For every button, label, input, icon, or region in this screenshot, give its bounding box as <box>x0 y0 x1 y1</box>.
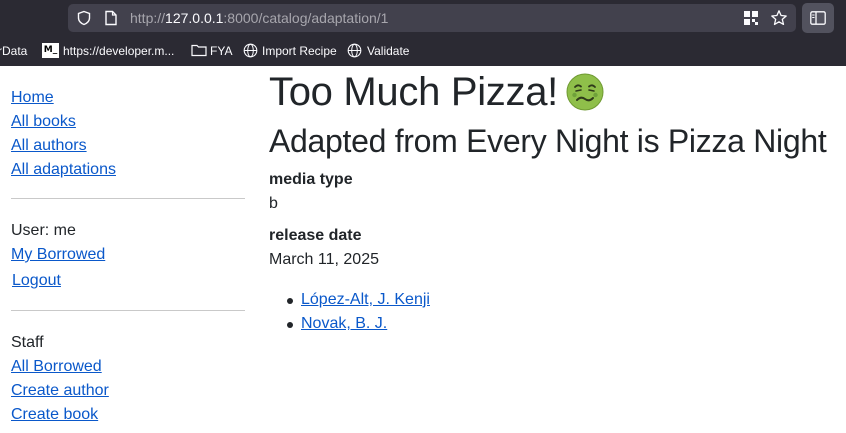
sidebar-icon <box>810 11 826 25</box>
staff-section: Staff All Borrowed Create author Create … <box>11 331 109 427</box>
author-link[interactable]: López-Alt, J. Kenji <box>301 288 430 312</box>
list-item: López-Alt, J. Kenji <box>287 288 430 312</box>
sidebar-divider <box>11 198 245 199</box>
create-book-link[interactable]: Create book <box>11 403 109 427</box>
bookmark-partial[interactable]: rData <box>0 44 27 58</box>
nav-home-link[interactable]: Home <box>11 86 116 110</box>
sidebar-divider <box>11 310 245 311</box>
bookmark-import-recipe[interactable]: Import Recipe <box>243 43 337 61</box>
folder-icon <box>191 43 207 60</box>
url-host: 127.0.0.1 <box>165 10 224 26</box>
nav-all-books-link[interactable]: All books <box>11 110 116 134</box>
my-borrowed-link[interactable]: My Borrowed <box>11 243 105 269</box>
create-author-link[interactable]: Create author <box>11 379 109 403</box>
bookmark-folder-fya[interactable]: FYA <box>191 44 232 58</box>
release-date-value: March 11, 2025 <box>269 251 379 268</box>
user-label: User: me <box>11 222 76 239</box>
nauseated-face-icon <box>566 73 604 122</box>
address-bar[interactable]: http://127.0.0.1:8000/catalog/adaptation… <box>68 4 796 32</box>
globe-icon <box>243 43 258 61</box>
bookmarks-toolbar: rData M_ https://developer.m... FYA Impo… <box>0 36 846 66</box>
nav-all-adaptations-link[interactable]: All adaptations <box>11 158 116 182</box>
list-item: Novak, B. J. <box>287 312 430 336</box>
page-title: Too Much Pizza! <box>269 68 604 122</box>
bookmark-mdn[interactable]: M_ https://developer.m... <box>42 43 175 58</box>
globe-icon <box>347 43 362 61</box>
logout-link[interactable]: Logout <box>12 269 105 293</box>
url-path: :8000/catalog/adaptation/1 <box>223 10 389 26</box>
media-type-value: b <box>269 195 278 212</box>
tracking-shield-icon[interactable] <box>76 10 92 31</box>
bookmark-validate[interactable]: Validate <box>347 43 409 61</box>
nav-all-authors-link[interactable]: All authors <box>11 134 116 158</box>
page-info-icon[interactable] <box>104 10 118 31</box>
title-text: Too Much Pizza! <box>269 70 558 114</box>
browser-chrome: http://127.0.0.1:8000/catalog/adaptation… <box>0 0 846 66</box>
mdn-logo-icon: M_ <box>42 43 59 58</box>
bookmark-label: rData <box>0 44 28 58</box>
sidebar-toggle-button[interactable] <box>802 3 834 33</box>
adaptation-subtitle: Adapted from Every Night is Pizza Night <box>269 123 827 159</box>
bookmark-star-icon[interactable] <box>770 9 788 32</box>
qr-grid-icon[interactable] <box>743 10 759 31</box>
url-text[interactable]: http://127.0.0.1:8000/catalog/adaptation… <box>130 10 388 26</box>
authors-list: López-Alt, J. Kenji Novak, B. J. <box>287 288 430 336</box>
all-borrowed-link[interactable]: All Borrowed <box>11 355 109 379</box>
staff-label: Staff <box>11 334 44 351</box>
bookmark-label: https://developer.m... <box>63 44 175 58</box>
media-type-label: media type <box>269 171 353 188</box>
user-section: User: me My Borrowed Logout <box>11 219 105 293</box>
url-prefix: http:// <box>130 10 166 26</box>
release-date-label: release date <box>269 227 362 244</box>
author-link[interactable]: Novak, B. J. <box>301 312 430 336</box>
main-nav: Home All books All authors All adaptatio… <box>11 86 116 182</box>
